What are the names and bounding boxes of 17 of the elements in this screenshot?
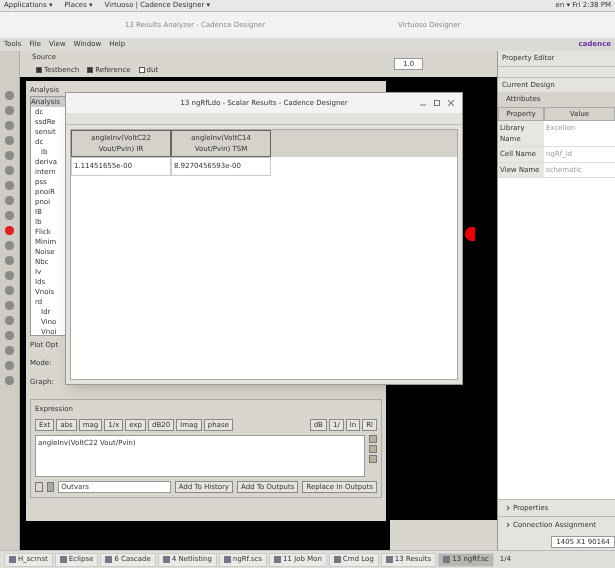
- maximize-icon[interactable]: [434, 100, 440, 106]
- app-icon: [386, 556, 393, 563]
- checkbox[interactable]: [138, 67, 145, 73]
- app-icon: [334, 556, 341, 563]
- app-icon: [105, 556, 112, 563]
- app-icon: [162, 556, 170, 563]
- checkbox[interactable]: [36, 67, 42, 73]
- app-icon: [9, 556, 16, 563]
- close-icon[interactable]: [448, 100, 454, 106]
- checkbox[interactable]: [87, 67, 94, 73]
- app-icon: [60, 556, 67, 563]
- arrow-marker-icon: [465, 227, 475, 241]
- app-icon: [224, 556, 231, 563]
- chevron-right-icon: [506, 522, 510, 528]
- app-icon: [443, 556, 450, 563]
- app-icon: [274, 556, 281, 563]
- chevron-right-icon: [506, 504, 510, 511]
